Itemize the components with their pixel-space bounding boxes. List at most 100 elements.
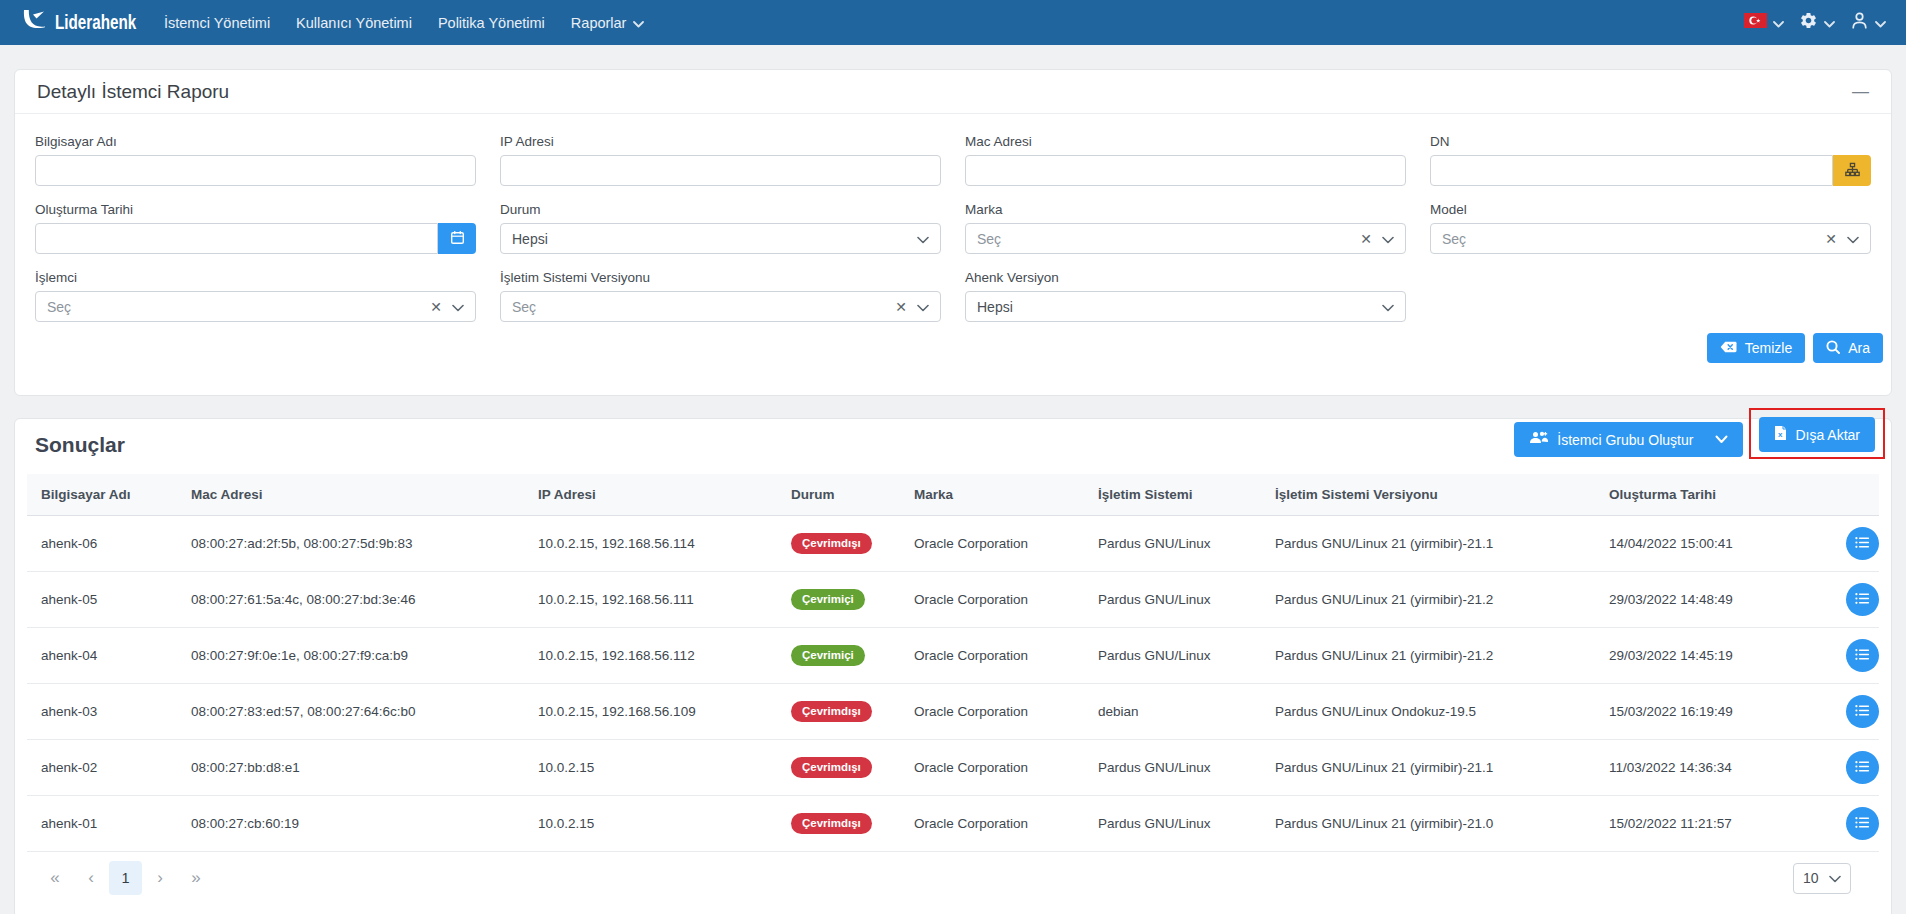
cell-status: Çevrimiçi	[777, 572, 900, 628]
first-page-button[interactable]: «	[37, 868, 73, 888]
ip-address-input[interactable]	[500, 155, 941, 186]
table-row: ahenk-0108:00:27:cb:60:1910.0.2.15Çevrim…	[27, 796, 1879, 852]
status-badge: Çevrimdışı	[791, 757, 872, 778]
nav-item-politika-yonetimi[interactable]: Politika Yönetimi	[425, 15, 558, 31]
page-size-select[interactable]: 10	[1793, 863, 1851, 894]
cell-ip: 10.0.2.15	[524, 796, 777, 852]
brand[interactable]: Liderahenk	[20, 7, 135, 39]
status-badge: Çevrimiçi	[791, 589, 865, 610]
results-actions: İstemci Grubu Oluştur x Dışa Aktar	[1514, 422, 1885, 457]
nav-item-kullanici-yonetimi[interactable]: Kullanıcı Yönetimi	[283, 15, 425, 31]
brand-name: Liderahenk	[55, 11, 117, 34]
cell-os-version: Pardus GNU/Linux 21 (yirmibir)-21.1	[1261, 740, 1595, 796]
cell-computer-name: ahenk-04	[27, 628, 177, 684]
clear-button[interactable]: Temizle	[1707, 333, 1805, 363]
cell-computer-name: ahenk-01	[27, 796, 177, 852]
dn-tree-select-button[interactable]	[1833, 155, 1871, 186]
clear-icon[interactable]: ✕	[430, 299, 442, 315]
field-ahenk-version: Ahenk Versiyon Hepsi	[965, 270, 1406, 322]
cell-os-version: Pardus GNU/Linux 21 (yirmibir)-21.2	[1261, 572, 1595, 628]
cell-status: Çevrimdışı	[777, 740, 900, 796]
cell-ip: 10.0.2.15, 192.168.56.112	[524, 628, 777, 684]
row-menu-button[interactable]	[1846, 807, 1879, 840]
status-badge: Çevrimiçi	[791, 645, 865, 666]
next-page-button[interactable]: ›	[142, 868, 178, 888]
cpu-label: İşlemci	[35, 270, 476, 285]
cell-mac: 08:00:27:9f:0e:1e, 08:00:27:f9:ca:b9	[177, 628, 524, 684]
brand-select[interactable]: Seç ✕	[965, 223, 1406, 254]
settings-menu[interactable]	[1799, 11, 1835, 34]
list-icon	[1855, 760, 1870, 776]
field-dn: DN	[1430, 134, 1871, 186]
clear-icon[interactable]: ✕	[895, 299, 907, 315]
cpu-select[interactable]: Seç ✕	[35, 291, 476, 322]
cell-actions	[1832, 572, 1879, 628]
chevron-down-icon	[1773, 14, 1784, 32]
table-row: ahenk-0608:00:27:ad:2f:5b, 08:00:27:5d:9…	[27, 516, 1879, 572]
mac-address-input[interactable]	[965, 155, 1406, 186]
page-number-current[interactable]: 1	[109, 861, 142, 895]
chevron-down-icon	[1824, 14, 1835, 32]
sitemap-icon	[1845, 162, 1860, 180]
cell-actions	[1832, 740, 1879, 796]
cell-mac: 08:00:27:bb:d8:e1	[177, 740, 524, 796]
language-menu[interactable]	[1744, 13, 1784, 32]
ahenk-version-select[interactable]: Hepsi	[965, 291, 1406, 322]
user-menu[interactable]	[1850, 11, 1886, 34]
list-icon	[1855, 816, 1870, 832]
col-created: Oluşturma Tarihi	[1595, 474, 1832, 516]
os-version-label: İşletim Sistemi Versiyonu	[500, 270, 941, 285]
cell-computer-name: ahenk-02	[27, 740, 177, 796]
created-date-input[interactable]	[35, 223, 438, 254]
row-menu-button[interactable]	[1846, 527, 1879, 560]
chevron-down-icon	[1382, 231, 1394, 247]
table-row: ahenk-0308:00:27:83:ed:57, 08:00:27:64:6…	[27, 684, 1879, 740]
search-button[interactable]: Ara	[1813, 333, 1883, 363]
status-select[interactable]: Hepsi	[500, 223, 941, 254]
cell-actions	[1832, 796, 1879, 852]
field-model: Model Seç ✕	[1430, 202, 1871, 254]
list-icon	[1855, 704, 1870, 720]
list-icon	[1855, 648, 1870, 664]
clear-icon[interactable]: ✕	[1825, 231, 1837, 247]
col-os-version: İşletim Sistemi Versiyonu	[1261, 474, 1595, 516]
os-version-select[interactable]: Seç ✕	[500, 291, 941, 322]
prev-page-button[interactable]: ‹	[73, 868, 109, 888]
cell-status: Çevrimiçi	[777, 628, 900, 684]
collapse-icon[interactable]: —	[1852, 82, 1869, 102]
cell-created: 15/03/2022 16:19:49	[1595, 684, 1832, 740]
date-picker-button[interactable]	[438, 223, 476, 254]
clear-icon[interactable]: ✕	[1360, 231, 1372, 247]
cell-os-version: Pardus GNU/Linux 21 (yirmibir)-21.1	[1261, 516, 1595, 572]
field-created-date: Oluşturma Tarihi	[35, 202, 476, 254]
cell-created: 29/03/2022 14:45:19	[1595, 628, 1832, 684]
col-status: Durum	[777, 474, 900, 516]
cell-os-version: Pardus GNU/Linux 21 (yirmibir)-21.0	[1261, 796, 1595, 852]
cell-mac: 08:00:27:61:5a:4c, 08:00:27:bd:3e:46	[177, 572, 524, 628]
row-menu-button[interactable]	[1846, 695, 1879, 728]
row-menu-button[interactable]	[1846, 583, 1879, 616]
create-client-group-button[interactable]: İstemci Grubu Oluştur	[1514, 422, 1743, 457]
table-row: ahenk-0408:00:27:9f:0e:1e, 08:00:27:f9:c…	[27, 628, 1879, 684]
computer-name-label: Bilgisayar Adı	[35, 134, 476, 149]
dn-input[interactable]	[1430, 155, 1833, 186]
chevron-down-icon	[1382, 299, 1394, 315]
computer-name-input[interactable]	[35, 155, 476, 186]
row-menu-button[interactable]	[1846, 639, 1879, 672]
ip-address-label: IP Adresi	[500, 134, 941, 149]
row-menu-button[interactable]	[1846, 751, 1879, 784]
excel-file-icon: x	[1774, 425, 1787, 444]
model-select[interactable]: Seç ✕	[1430, 223, 1871, 254]
last-page-button[interactable]: »	[178, 868, 214, 888]
results-table-body: ahenk-0608:00:27:ad:2f:5b, 08:00:27:5d:9…	[27, 516, 1879, 852]
cell-os: Pardus GNU/Linux	[1084, 628, 1261, 684]
results-card: Sonuçlar İstemci Grubu Oluştur x Dışa Ak…	[14, 418, 1892, 914]
nav-item-raporlar[interactable]: Raporlar	[558, 15, 658, 31]
export-button[interactable]: x Dışa Aktar	[1759, 417, 1875, 452]
nav-item-istemci-yonetimi[interactable]: İstemci Yönetimi	[151, 15, 283, 31]
table-header-row: Bilgisayar Adı Mac Adresi IP Adresi Duru…	[27, 474, 1879, 516]
liderahenk-logo-icon	[20, 7, 50, 39]
cell-actions	[1832, 628, 1879, 684]
field-computer-name: Bilgisayar Adı	[35, 134, 476, 186]
search-icon	[1826, 340, 1840, 357]
